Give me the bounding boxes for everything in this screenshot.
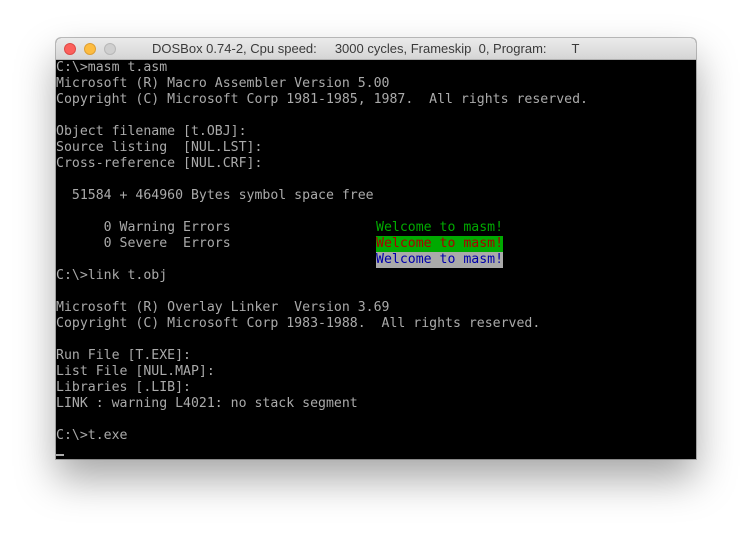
console-line: C:\>masm t.asm xyxy=(56,60,168,75)
text-cursor xyxy=(56,454,64,456)
console-line: Copyright (C) Microsoft Corp 1981-1985, … xyxy=(56,92,588,107)
console-line: 51584 + 464960 Bytes symbol space free xyxy=(56,188,374,203)
console-line: 0 Severe Errors xyxy=(56,236,231,251)
close-button[interactable] xyxy=(64,43,76,55)
console-line: Microsoft (R) Overlay Linker Version 3.6… xyxy=(56,300,390,315)
console-line: Libraries [.LIB]: xyxy=(56,380,191,395)
console-line: Microsoft (R) Macro Assembler Version 5.… xyxy=(56,76,390,91)
console-line: 0 Warning Errors xyxy=(56,220,231,235)
console-line: C:\>link t.obj xyxy=(56,268,168,283)
dosbox-window: DOSBox 0.74-2, Cpu speed: 3000 cycles, F… xyxy=(56,38,696,459)
zoom-button[interactable] xyxy=(104,43,116,55)
title-bar[interactable]: DOSBox 0.74-2, Cpu speed: 3000 cycles, F… xyxy=(56,38,696,60)
console-line: Cross-reference [NUL.CRF]: xyxy=(56,156,263,171)
minimize-button[interactable] xyxy=(84,43,96,55)
console-line: Source listing [NUL.LST]: xyxy=(56,140,263,155)
console-line: Object filename [t.OBJ]: xyxy=(56,124,247,139)
welcome-message: Welcome to masm! xyxy=(376,236,504,252)
console-line: LINK : warning L4021: no stack segment xyxy=(56,396,358,411)
console-line: List File [NUL.MAP]: xyxy=(56,364,215,379)
console-line: C:\>t.exe xyxy=(56,428,128,443)
window-title: DOSBox 0.74-2, Cpu speed: 3000 cycles, F… xyxy=(152,41,580,56)
dos-console[interactable]: C:\>masm t.asm Microsoft (R) Macro Assemb… xyxy=(56,60,696,459)
console-line: Copyright (C) Microsoft Corp 1983-1988. … xyxy=(56,316,541,331)
welcome-message: Welcome to masm! xyxy=(376,252,504,268)
welcome-message: Welcome to masm! xyxy=(376,220,504,236)
console-line: Run File [T.EXE]: xyxy=(56,348,191,363)
